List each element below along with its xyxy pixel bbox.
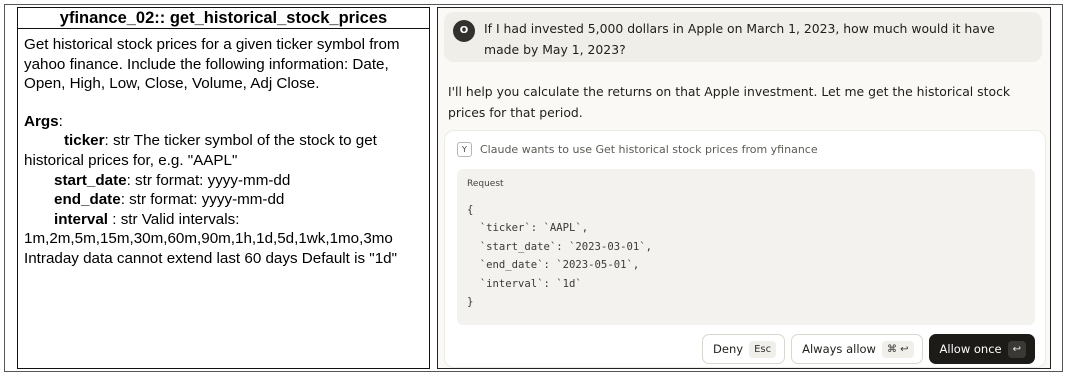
user-message-text: If I had invested 5,000 dollars in Apple… <box>484 21 995 57</box>
request-box: Request { `ticker`: `AAPL`, `start_date`… <box>457 169 1035 325</box>
always-allow-button[interactable]: Always allow ⌘ ↩ <box>791 334 923 364</box>
tool-description: Get historical stock prices for a given … <box>24 36 400 93</box>
tool-doc-title: yfinance_02:: get_historical_stock_price… <box>18 8 429 29</box>
deny-button[interactable]: Deny Esc <box>702 334 786 364</box>
arg-name: start_date <box>54 171 127 189</box>
arg-end-date: end_date: str format: yyyy-mm-dd <box>24 190 423 210</box>
arg-name: ticker <box>64 132 105 150</box>
esc-key-hint: Esc <box>749 340 777 358</box>
request-label: Request <box>467 179 504 189</box>
permission-actions: Deny Esc Always allow ⌘ ↩ Allow once ↩ <box>702 334 1035 364</box>
allow-once-button[interactable]: Allow once ↩ <box>928 334 1035 364</box>
user-message-bubble: O If I had invested 5,000 dollars in App… <box>444 12 1042 62</box>
arg-name: interval <box>54 210 109 228</box>
arg-desc: : str format: yyyy-mm-dd <box>126 171 291 189</box>
tool-doc-body: Get historical stock prices for a given … <box>18 29 429 269</box>
code-line: { <box>467 204 474 216</box>
screenshot-frame: yfinance_02:: get_historical_stock_price… <box>4 4 1063 372</box>
arg-ticker: ticker: str The ticker symbol of the sto… <box>24 131 423 170</box>
allow-once-label: Allow once <box>939 342 1002 356</box>
yfinance-icon: Y <box>457 141 472 157</box>
args-heading: Args: <box>24 112 423 132</box>
tool-header-text: Claude wants to use Get historical stock… <box>480 142 818 156</box>
args-label: Args <box>24 112 59 130</box>
arg-start-date: start_date: str format: yyyy-mm-dd <box>24 171 423 191</box>
chat-panel: O If I had invested 5,000 dollars in App… <box>437 7 1051 369</box>
code-line: `start_date`: `2023-03-01`, <box>467 240 652 253</box>
arg-name: end_date <box>54 191 121 209</box>
always-allow-label: Always allow <box>802 342 876 356</box>
user-avatar: O <box>453 20 475 42</box>
code-line: } <box>467 296 474 309</box>
cmd-enter-key-hint: ⌘ ↩ <box>881 340 914 358</box>
tool-header: Y Claude wants to use Get historical sto… <box>457 141 818 157</box>
code-line: `ticker`: `AAPL`, <box>467 222 589 235</box>
deny-label: Deny <box>713 342 744 356</box>
args-colon: : <box>58 112 63 130</box>
tool-permission-card: Y Claude wants to use Get historical sto… <box>444 130 1046 368</box>
tool-doc-panel: yfinance_02:: get_historical_stock_price… <box>17 7 430 369</box>
request-code: { `ticker`: `AAPL`, `start_date`: `2023-… <box>467 201 652 311</box>
code-line: `interval`: `1d` <box>467 277 582 290</box>
arg-desc: : str format: yyyy-mm-dd <box>120 191 285 209</box>
enter-key-hint: ↩ <box>1007 340 1026 358</box>
code-line: `end_date`: `2023-05-01`, <box>467 259 640 272</box>
assistant-message-text: I'll help you calculate the returns on t… <box>448 84 1011 120</box>
arg-interval: interval : str Valid intervals: 1m,2m,5m… <box>24 210 423 269</box>
